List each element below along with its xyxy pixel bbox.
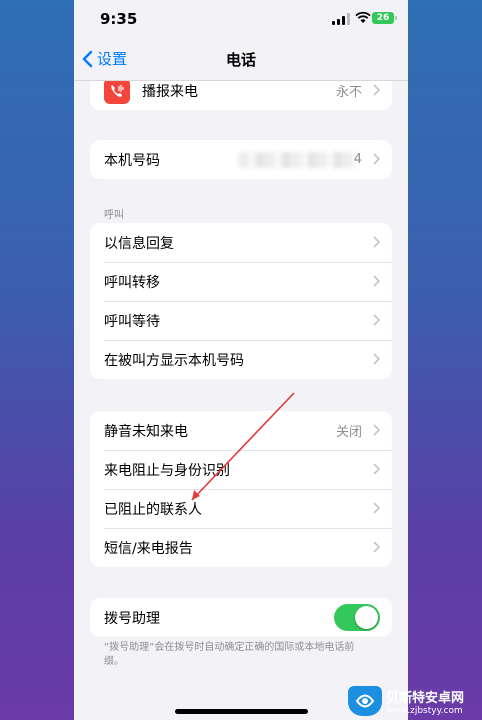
call-blocking-identification-row[interactable]: 来电阻止与身份识别 — [90, 450, 392, 489]
chevron-right-icon — [373, 153, 380, 165]
chevron-right-icon — [373, 236, 380, 248]
chevron-right-icon — [373, 502, 380, 514]
watermark-name: 贝斯特安卓网 — [386, 690, 465, 706]
watermark-url: www.zjbstyy.com — [386, 705, 463, 716]
section-header-calls: 呼叫 — [104, 210, 124, 221]
dial-assist-toggle[interactable] — [334, 604, 380, 631]
dial-assist-group: 拨号助理 — [90, 598, 392, 637]
redacted-number — [238, 152, 358, 168]
number-suffix: 4 — [353, 152, 362, 167]
phone-screen: 9:35 26 设置 电话 播报来电 永不 本机号码 4 呼叫 以信息回复 呼叫… — [74, 0, 408, 720]
chevron-right-icon — [373, 541, 380, 553]
row-label: 短信/来电报告 — [104, 540, 193, 557]
row-label: 已阻止的联系人 — [104, 501, 202, 518]
chevron-right-icon — [373, 424, 380, 436]
row-label: 本机号码 — [104, 152, 160, 169]
row-label: 静音未知来电 — [104, 423, 188, 440]
calls-group: 以信息回复 呼叫转移 呼叫等待 在被叫方显示本机号码 — [90, 223, 392, 379]
my-number-group: 本机号码 4 — [90, 140, 392, 179]
signal-icon — [332, 13, 350, 25]
calls-item-reply-with-message[interactable]: 以信息回复 — [90, 223, 392, 262]
calls-item-call-forwarding[interactable]: 呼叫转移 — [90, 262, 392, 301]
calls-item-call-waiting[interactable]: 呼叫等待 — [90, 301, 392, 340]
watermark-logo-icon — [348, 686, 382, 716]
watermark: 贝斯特安卓网 www.zjbstyy.com — [348, 686, 464, 716]
phone-wave-icon — [104, 77, 130, 104]
row-label: 来电阻止与身份识别 — [104, 462, 230, 479]
wifi-icon — [355, 11, 371, 23]
chevron-right-icon — [373, 314, 380, 326]
status-bar: 9:35 26 — [74, 0, 408, 38]
row-label: 呼叫等待 — [104, 313, 160, 330]
battery-icon: 26 — [372, 12, 397, 24]
row-label: 呼叫转移 — [104, 274, 160, 291]
page-title: 电话 — [225, 51, 256, 69]
row-value: 永不 — [335, 85, 362, 100]
calls-item-show-caller-id[interactable]: 在被叫方显示本机号码 — [90, 340, 392, 379]
chevron-right-icon — [373, 275, 380, 287]
row-value: 关闭 — [335, 425, 362, 440]
my-number-row[interactable]: 本机号码 4 — [90, 140, 392, 179]
blocking-group: 静音未知来电 关闭 来电阻止与身份识别 已阻止的联系人 短信/来电报告 — [90, 411, 392, 567]
home-indicator — [175, 709, 308, 714]
status-time: 9:35 — [100, 10, 138, 28]
row-label: 在被叫方显示本机号码 — [104, 352, 244, 369]
chevron-right-icon — [373, 353, 380, 365]
dial-assist-footnote: “拨号助理”会在拨号时自动确定正确的国际或本地电话前缀。 — [104, 642, 355, 667]
sms-call-reporting-row[interactable]: 短信/来电报告 — [90, 528, 392, 567]
row-label: 拨号助理 — [104, 610, 160, 627]
dial-assist-row: 拨号助理 — [90, 598, 392, 637]
chevron-right-icon — [373, 84, 380, 96]
row-label: 播报来电 — [142, 83, 198, 100]
navigation-bar: 设置 电话 — [74, 38, 408, 81]
chevron-right-icon — [373, 463, 380, 475]
toggle-knob — [355, 606, 378, 629]
blocked-contacts-row[interactable]: 已阻止的联系人 — [90, 489, 392, 528]
silence-unknown-callers-row[interactable]: 静音未知来电 关闭 — [90, 411, 392, 450]
row-label: 以信息回复 — [104, 235, 174, 252]
